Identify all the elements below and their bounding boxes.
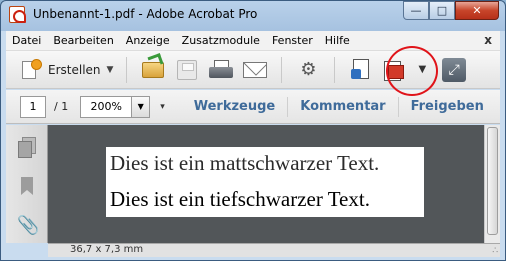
menu-datei[interactable]: Datei [6, 34, 47, 47]
open-folder-icon [142, 61, 165, 78]
close-document-icon[interactable]: x [484, 33, 492, 47]
toolbar-more-icon[interactable]: ▼ [418, 64, 426, 75]
minimize-button[interactable]: — [403, 1, 429, 20]
print-icon [209, 59, 234, 80]
tools-pane-link[interactable]: Werkzeuge [194, 99, 276, 114]
gear-icon: ⚙ [300, 58, 317, 80]
document-properties-icon [351, 58, 371, 81]
zoom-dropdown-button[interactable]: ▼ [132, 95, 151, 118]
toolbar-separator [281, 56, 283, 83]
pdf-page: Dies ist ein mattschwarzer Text. Dies is… [106, 147, 424, 217]
bookmark-icon[interactable] [17, 177, 37, 197]
window-title: Unbenannt-1.pdf - Adobe Acrobat Pro [33, 7, 258, 21]
main-toolbar: Erstellen ▼ ⚙ ▼ ⤢ [6, 51, 500, 89]
acrobat-window: Unbenannt-1.pdf - Adobe Acrobat Pro — □ … [0, 0, 506, 261]
settings-button[interactable]: ⚙ [294, 56, 322, 84]
create-label: Erstellen [48, 62, 101, 77]
document-properties-button[interactable] [347, 56, 375, 84]
print-button[interactable] [207, 56, 235, 84]
save-button[interactable] [173, 56, 201, 84]
resize-grip-icon[interactable]: ∴ [492, 246, 498, 256]
overprint-preview-button[interactable] [381, 56, 409, 84]
paperclip-icon[interactable]: 📎 [17, 217, 39, 237]
menu-zusatzmodule[interactable]: Zusatzmodule [176, 34, 266, 47]
menu-hilfe[interactable]: Hilfe [319, 34, 356, 47]
window-controls: — □ ✕ [403, 1, 499, 20]
vertical-scrollbar[interactable] [484, 125, 500, 243]
more-tools-icon[interactable]: ▾ [160, 102, 165, 112]
navigation-pane: 📎 [6, 125, 48, 243]
page-number-input[interactable]: 1 [20, 95, 46, 118]
email-button[interactable] [241, 56, 269, 84]
save-icon [177, 59, 198, 80]
menu-bar: Datei Bearbeiten Anzeige Zusatzmodule Fe… [6, 31, 500, 51]
create-pdf-icon [22, 58, 42, 81]
scrollbar-thumb[interactable] [487, 127, 498, 235]
email-icon [243, 61, 268, 78]
create-button[interactable]: Erstellen ▼ [18, 56, 117, 84]
menu-fenster[interactable]: Fenster [266, 34, 319, 47]
pane-separator [287, 96, 289, 117]
rich-black-text: Dies ist ein tiefschwarzer Text. [110, 187, 370, 211]
comment-pane-link[interactable]: Kommentar [300, 99, 385, 114]
maximize-button[interactable]: □ [429, 1, 455, 20]
toolbar-separator [334, 56, 336, 83]
page-total: / 1 [54, 100, 69, 113]
acrobat-app-icon[interactable] [9, 6, 26, 23]
pane-separator [397, 96, 399, 117]
share-pane-link[interactable]: Freigeben [411, 99, 484, 114]
menu-anzeige[interactable]: Anzeige [120, 34, 176, 47]
overprint-preview-icon [384, 59, 406, 81]
document-view[interactable]: Dies ist ein mattschwarzer Text. Dies is… [48, 125, 484, 243]
matte-black-text: Dies ist ein mattschwarzer Text. [110, 151, 380, 175]
menu-bearbeiten[interactable]: Bearbeiten [47, 34, 119, 47]
chevron-down-icon: ▼ [106, 64, 114, 75]
open-button[interactable] [139, 56, 167, 84]
title-bar[interactable]: Unbenannt-1.pdf - Adobe Acrobat Pro — □ … [1, 1, 505, 29]
navigation-toolbar: 1 / 1 200% ▼ ▾ Werkzeuge Kommentar Freig… [6, 90, 500, 124]
page-dimensions: 36,7 x 7,3 mm [70, 244, 144, 255]
status-bar: 36,7 x 7,3 mm ∴ [48, 243, 500, 257]
page-thumbnails-icon[interactable] [17, 137, 37, 158]
close-window-button[interactable]: ✕ [455, 1, 499, 20]
toolbar-separator [126, 56, 128, 83]
zoom-input[interactable]: 200% [80, 95, 133, 118]
expand-icon[interactable]: ⤢ [442, 57, 467, 82]
